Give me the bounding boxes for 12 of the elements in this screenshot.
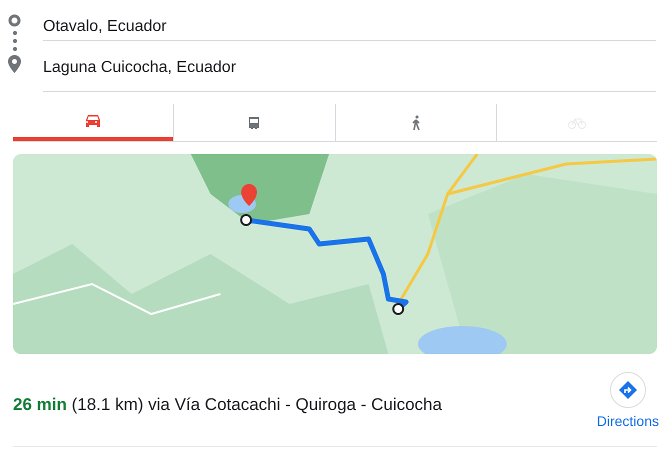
car-icon (85, 114, 102, 128)
trip-duration: 26 min (13, 395, 67, 414)
origin-field[interactable]: Otavalo, Ecuador (43, 10, 656, 41)
walking-person-icon (410, 114, 422, 130)
directions-icon (618, 380, 638, 400)
destination-field[interactable]: Laguna Cuicocha, Ecuador (43, 41, 656, 92)
bus-icon (247, 116, 262, 130)
route-details: (18.1 km) via Vía Cotacachi - Quiroga - Cuicocha (72, 395, 442, 414)
origin-icon (8, 14, 21, 27)
location-pin-icon (8, 55, 21, 73)
directions-button[interactable]: Directions (596, 372, 659, 432)
dots-icon (12, 30, 16, 52)
